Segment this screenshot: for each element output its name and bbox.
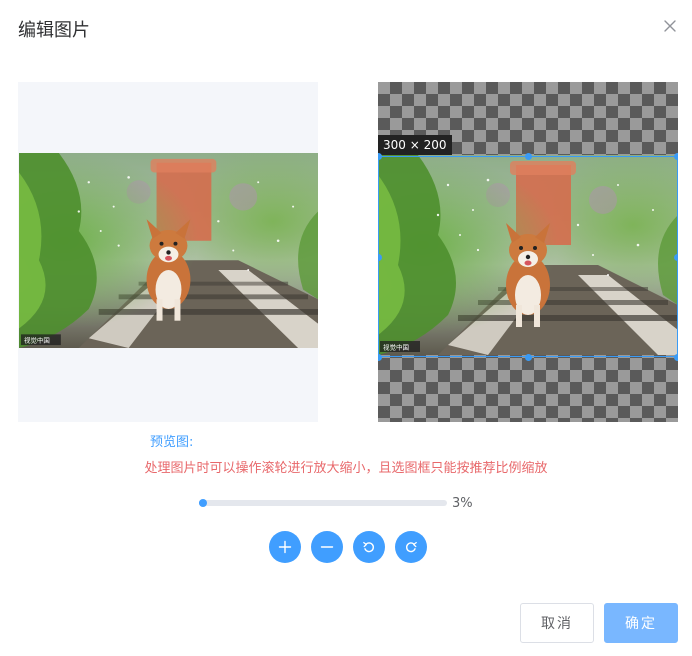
rotate-right-icon [405, 541, 417, 553]
crop-handle-bottom[interactable] [525, 354, 532, 361]
crop-handle-bottom-left[interactable] [378, 354, 382, 361]
dialog-title: 编辑图片 [18, 20, 90, 41]
edit-image-dialog: 编辑图片 视觉中国 视觉中国 300 × 200 预览图: 处理图片时可以操作滚… [0, 0, 692, 656]
zoom-value: 3% [452, 496, 473, 511]
preview-panel: 视觉中国 [18, 82, 318, 422]
watermark-text: 视觉中国 [24, 336, 50, 345]
crop-area[interactable]: 视觉中国 300 × 200 [378, 82, 678, 422]
rotate-left-button[interactable] [353, 531, 385, 563]
preview-label: 预览图: [150, 435, 194, 450]
zoom-in-button[interactable] [269, 531, 301, 563]
crop-handle-right[interactable] [674, 254, 678, 261]
crop-handle-bottom-right[interactable] [674, 354, 678, 361]
zoom-slider-handle[interactable] [199, 499, 207, 507]
crop-handle-top-right[interactable] [674, 153, 678, 160]
confirm-button[interactable]: 确定 [604, 603, 678, 643]
rotate-left-icon [363, 541, 375, 553]
zoom-out-button[interactable] [311, 531, 343, 563]
plus-icon [278, 540, 292, 554]
zoom-slider[interactable] [199, 499, 447, 507]
hint-text: 处理图片时可以操作滚轮进行放大缩小，且选图框只能按推荐比例缩放 [144, 461, 548, 476]
close-icon[interactable] [662, 18, 678, 34]
rotate-right-button[interactable] [395, 531, 427, 563]
preview-image: 视觉中国 [19, 153, 318, 348]
cancel-button[interactable]: 取消 [520, 603, 594, 643]
crop-handle-top[interactable] [525, 153, 532, 160]
crop-frame[interactable] [378, 156, 678, 357]
minus-icon [320, 546, 334, 548]
crop-size-label: 300 × 200 [378, 135, 452, 155]
